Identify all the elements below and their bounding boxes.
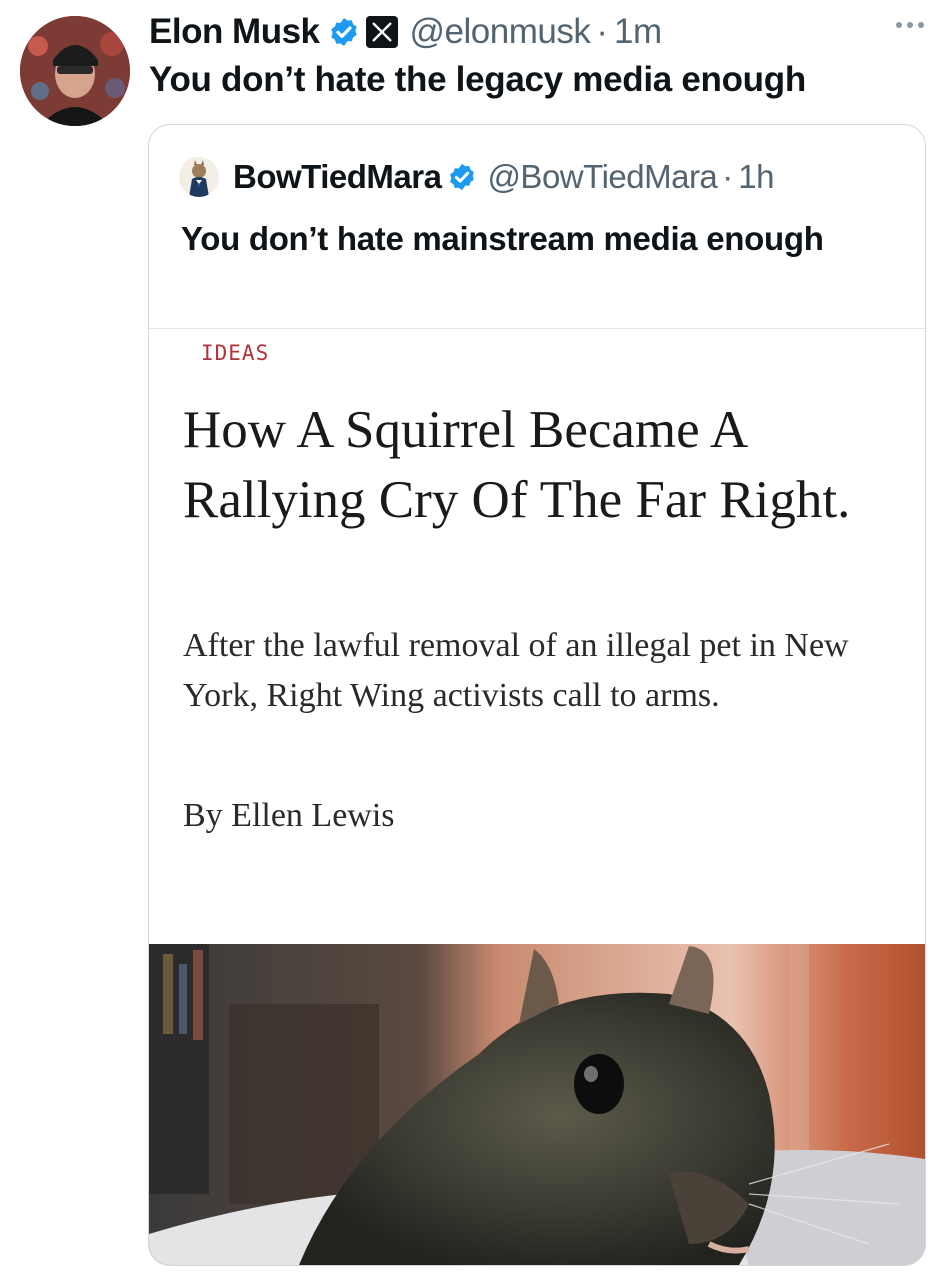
tweet-timestamp[interactable]: 1m <box>614 12 662 52</box>
author-name[interactable]: Elon Musk <box>149 12 320 52</box>
quoted-author-avatar[interactable] <box>179 157 219 197</box>
author-avatar[interactable] <box>20 16 130 126</box>
avatar-image <box>20 16 130 126</box>
tweet-text: You don’t hate the legacy media enough <box>149 60 806 99</box>
separator-dot: · <box>596 12 609 51</box>
quoted-author-handle[interactable]: @BowTiedMara <box>487 158 717 196</box>
verified-badge-icon <box>450 163 475 191</box>
article-section-label: IDEAS <box>201 341 270 365</box>
article-dek: After the lawful removal of an illegal p… <box>183 627 849 714</box>
quoted-tweet-text: You don’t hate mainstream media enough <box>181 220 824 257</box>
x-affiliate-badge-icon <box>365 16 398 48</box>
quoted-tweet-timestamp[interactable]: 1h <box>738 158 774 196</box>
quoted-tweet-header: BowTiedMara @BowTiedMara · 1h <box>179 157 775 197</box>
squirrel-image <box>149 944 925 1265</box>
article-byline: By Ellen Lewis <box>183 797 395 834</box>
squirrel-photo[interactable] <box>149 944 925 1265</box>
article-screenshot: IDEAS How A Squirrel Became A Rallying C… <box>149 328 925 945</box>
more-options-icon[interactable] <box>896 22 924 28</box>
quoted-tweet-card[interactable]: BowTiedMara @BowTiedMara · 1h You don’t … <box>148 124 926 1266</box>
tweet-header: Elon Musk @elonmusk · 1m <box>149 10 662 54</box>
quoted-author-name[interactable]: BowTiedMara <box>233 158 442 196</box>
article-headline: How A Squirrel Became A Rallying Cry Of … <box>183 401 851 529</box>
author-handle[interactable]: @elonmusk <box>410 12 591 52</box>
separator-dot: · <box>722 158 734 195</box>
verified-badge-icon <box>330 18 357 46</box>
squirrel-avatar-icon <box>179 157 219 197</box>
